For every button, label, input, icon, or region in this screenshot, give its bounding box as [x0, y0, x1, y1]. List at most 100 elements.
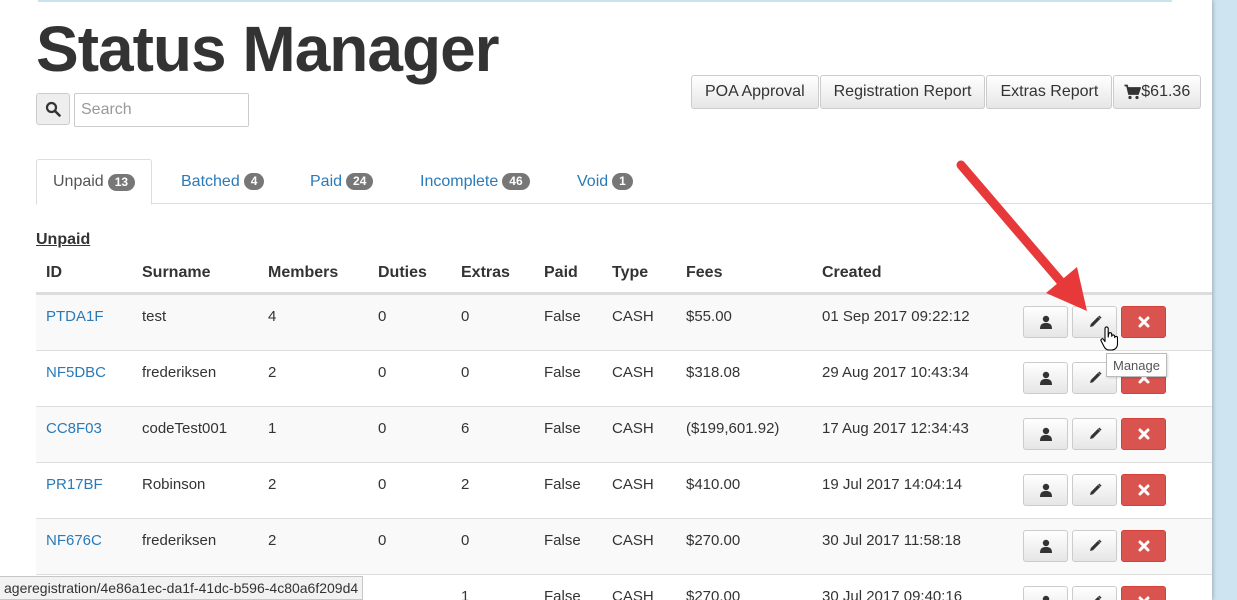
manage-button[interactable] — [1072, 586, 1117, 600]
row-type: CASH — [612, 532, 654, 549]
row-actions — [1023, 586, 1166, 600]
row-actions — [1023, 474, 1166, 506]
row-extras: 0 — [461, 532, 470, 549]
pencil-icon — [1094, 595, 1102, 600]
row-extras: 0 — [461, 308, 470, 325]
row-created: 30 Jul 2017 11:58:18 — [822, 532, 962, 549]
tab-count-badge: 4 — [243, 173, 265, 190]
row-members: 2 — [268, 364, 277, 381]
row-surname: codeTest001 — [142, 420, 228, 437]
column-header[interactable]: Paid — [544, 264, 578, 282]
column-header[interactable]: Surname — [142, 264, 210, 282]
tab-label: Incomplete — [420, 172, 499, 190]
search-button[interactable] — [36, 93, 70, 125]
row-type: CASH — [612, 420, 654, 437]
view-user-button[interactable] — [1023, 474, 1068, 506]
view-user-button[interactable] — [1023, 362, 1068, 394]
registration-report-button[interactable]: Registration Report — [819, 75, 986, 109]
row-id-link[interactable]: CC8F03 — [46, 420, 102, 437]
view-user-button[interactable] — [1023, 418, 1068, 450]
row-paid: False — [544, 588, 581, 600]
user-icon — [1042, 595, 1049, 600]
tab-label: Unpaid — [53, 173, 104, 190]
tab-batched[interactable]: Batched 4 — [165, 159, 280, 204]
table-header: ID Surname Members Duties Extras Paid Ty… — [36, 255, 1212, 294]
row-extras: 1 — [461, 588, 470, 600]
hand-cursor-icon — [1100, 326, 1118, 351]
row-fees: $318.08 — [686, 364, 741, 381]
column-header[interactable]: Duties — [378, 264, 427, 282]
section-title: Unpaid — [36, 231, 91, 248]
tab-count-badge: 24 — [346, 173, 374, 190]
row-extras: 6 — [461, 420, 470, 437]
tab-incomplete[interactable]: Incomplete 46 — [404, 159, 546, 204]
manage-tooltip: Manage — [1106, 353, 1167, 377]
page-title: Status Manager — [36, 13, 500, 85]
view-user-button[interactable] — [1023, 530, 1068, 562]
tab-unpaid[interactable]: Unpaid 13 — [36, 159, 153, 205]
delete-button[interactable] — [1121, 306, 1166, 338]
tab-count-badge: 46 — [502, 173, 530, 190]
view-user-button[interactable] — [1023, 306, 1068, 338]
row-type: CASH — [612, 308, 654, 325]
delete-button[interactable] — [1121, 418, 1166, 450]
delete-button[interactable] — [1121, 586, 1166, 600]
tab-paid[interactable]: Paid 24 — [294, 159, 389, 204]
extras-report-button[interactable]: Extras Report — [986, 75, 1113, 109]
row-id-link[interactable]: NF5DBC — [46, 364, 106, 381]
delete-button[interactable] — [1121, 530, 1166, 562]
row-type: CASH — [612, 476, 654, 493]
row-extras: 2 — [461, 476, 470, 493]
row-duties: 0 — [378, 420, 387, 437]
row-surname: frederiksen — [142, 364, 217, 381]
view-user-button[interactable] — [1023, 586, 1068, 600]
row-created: 01 Sep 2017 09:22:12 — [822, 308, 970, 325]
row-paid: False — [544, 420, 581, 437]
user-icon — [1039, 371, 1052, 385]
close-icon — [1138, 540, 1149, 552]
manage-button[interactable] — [1072, 418, 1117, 450]
manage-button[interactable] — [1072, 474, 1117, 506]
row-paid: False — [544, 364, 581, 381]
tab-void[interactable]: Void 1 — [561, 159, 649, 204]
row-members: 1 — [268, 420, 277, 437]
row-id-link[interactable]: PTDA1F — [46, 308, 104, 325]
cart-total: $61.36 — [1141, 83, 1191, 100]
column-header[interactable]: Members — [268, 264, 338, 282]
manage-button[interactable] — [1072, 530, 1117, 562]
delete-button[interactable] — [1121, 474, 1166, 506]
poa-approval-button[interactable]: POA Approval — [691, 75, 819, 109]
cart-button[interactable]: $61.36 — [1113, 75, 1202, 109]
row-surname: frederiksen — [142, 532, 217, 549]
row-fees: $410.00 — [686, 476, 741, 493]
pencil-icon — [1089, 483, 1102, 495]
row-id-link[interactable]: PR17BF — [46, 476, 103, 493]
row-duties: 0 — [378, 308, 387, 325]
row-created: 30 Jul 2017 09:40:16 — [822, 588, 963, 600]
row-created: 19 Jul 2017 14:04:14 — [822, 476, 963, 493]
row-actions — [1023, 306, 1166, 338]
column-header[interactable]: Fees — [686, 264, 722, 282]
column-header[interactable]: Created — [822, 264, 882, 282]
pencil-icon — [1089, 539, 1102, 551]
tab-count-badge: 13 — [107, 173, 136, 191]
row-extras: 0 — [461, 364, 470, 381]
table-row: NF5DBC frederiksen 2 0 0 False CASH $318.08 29 A… — [36, 350, 1212, 406]
row-fees: $270.00 — [686, 588, 741, 600]
user-icon — [1039, 315, 1052, 329]
table-row: NF676C frederiksen 2 0 0 False CASH $270.00 30 J… — [36, 518, 1212, 574]
row-type: CASH — [612, 588, 654, 600]
row-duties: 0 — [378, 532, 387, 549]
row-created: 29 Aug 2017 10:43:34 — [822, 364, 969, 381]
search-input[interactable] — [74, 93, 249, 127]
column-header[interactable]: Extras — [461, 264, 510, 282]
user-icon — [1039, 539, 1052, 553]
column-header[interactable]: ID — [46, 264, 62, 282]
registrations-table: ID Surname Members Duties Extras Paid Ty… — [36, 255, 1212, 600]
row-id-link[interactable]: NF676C — [46, 532, 102, 549]
row-members: 2 — [268, 532, 277, 549]
close-icon — [1138, 484, 1149, 496]
row-fees: ($199,601.92) — [686, 420, 780, 437]
column-header[interactable]: Type — [612, 264, 648, 282]
table-row: PR17BF Robinson 2 0 2 False CASH $410.00 19 Jul … — [36, 462, 1212, 518]
